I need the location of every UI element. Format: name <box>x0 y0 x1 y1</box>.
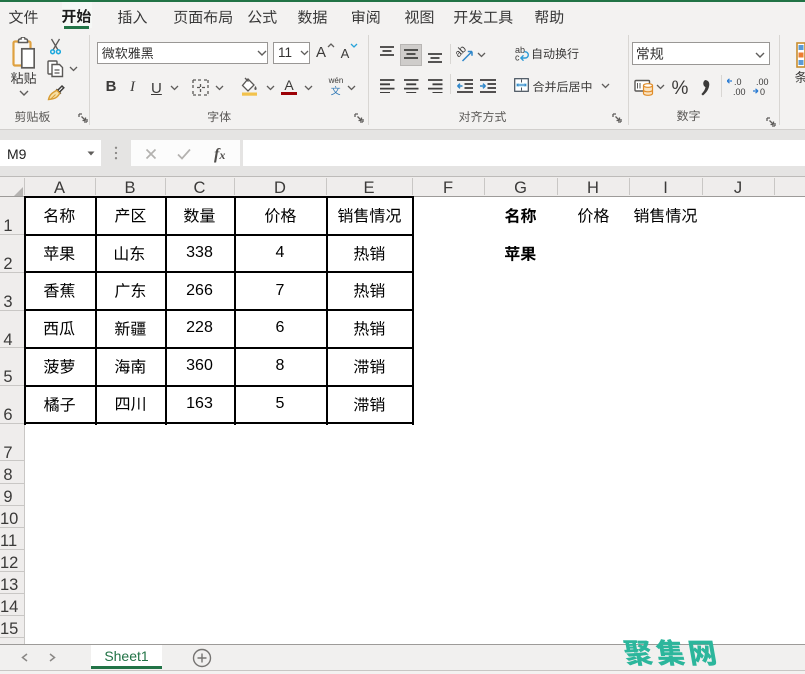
svg-text:.00: .00 <box>756 77 769 87</box>
svg-text:c: c <box>515 53 520 62</box>
svg-text:.00: .00 <box>733 87 746 96</box>
svg-text:0: 0 <box>760 87 765 96</box>
svg-text:.0: .0 <box>734 77 742 87</box>
